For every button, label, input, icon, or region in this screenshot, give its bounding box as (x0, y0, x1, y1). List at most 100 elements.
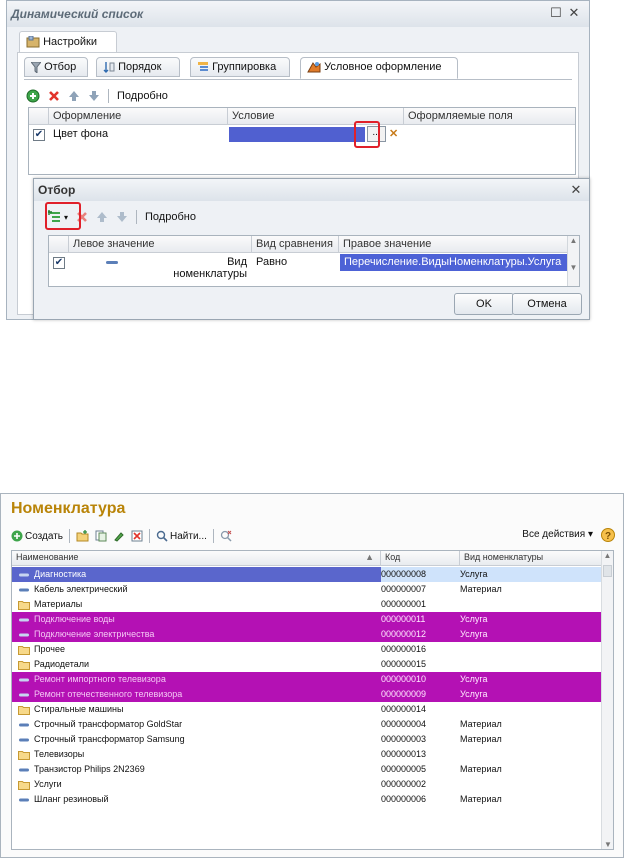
tab-settings-label: Настройки (43, 36, 97, 48)
condition-checkbox[interactable]: ✔ (53, 257, 65, 269)
comparison-cell[interactable]: Равно (252, 254, 339, 271)
formatting-toolbar: Подробно (26, 87, 168, 105)
code-cell: 000000005 (381, 764, 427, 774)
filter-scrollbar[interactable]: ▲ ▼ (567, 236, 579, 286)
annotation-highlight-add-condition (45, 202, 81, 230)
code-cell: 000000009 (381, 689, 427, 699)
table-row[interactable]: Кабель электрический 000000007 Материал (12, 582, 602, 597)
header-left-value[interactable]: Левое значение (69, 236, 252, 253)
find-button[interactable]: Найти... (156, 530, 207, 542)
all-actions-menu[interactable]: Все действия ▾ (522, 529, 593, 540)
item-icon (19, 573, 29, 577)
scroll-down-icon[interactable]: ▼ (602, 840, 613, 849)
dialog-title: Динамический список (11, 7, 144, 21)
header-right-value[interactable]: Правое значение (339, 236, 568, 253)
table-row[interactable]: Строчный трансформатор GoldStar 000000004… (12, 717, 602, 732)
close-icon[interactable]: ✕ (567, 6, 581, 20)
move-down-icon[interactable] (88, 90, 100, 102)
header-kind[interactable]: Вид номенклатуры (460, 551, 602, 566)
maximize-icon[interactable]: ☐ (549, 6, 563, 20)
table-row[interactable]: Материалы 000000001 (12, 597, 602, 612)
table-row[interactable]: Телевизоры 000000013 (12, 747, 602, 762)
filter-title: Отбор (38, 183, 76, 197)
item-icon (19, 678, 29, 682)
filter-more-button[interactable]: Подробно (145, 211, 196, 223)
tab-conditional-formatting[interactable]: Условное оформление (300, 57, 458, 79)
item-icon (19, 633, 29, 637)
more-button[interactable]: Подробно (117, 90, 168, 102)
cancel-search-icon[interactable] (220, 530, 232, 542)
kind-cell: Материал (460, 719, 502, 729)
header-name[interactable]: Наименование ▲ (12, 551, 381, 566)
scroll-thumb[interactable] (603, 565, 612, 577)
tab-conditional-formatting-label: Условное оформление (324, 61, 442, 73)
tab-settings[interactable]: Настройки (19, 31, 117, 53)
name-cell: Прочее (34, 644, 65, 654)
right-value-cell[interactable]: Перечисление.ВидыНоменклатуры.Услуга (340, 254, 567, 271)
dialog-titlebar: Динамический список ☐ ✕ (7, 1, 589, 27)
create-button[interactable]: Создать (11, 530, 63, 542)
code-cell: 000000006 (381, 794, 427, 804)
scroll-up-icon[interactable]: ▲ (602, 551, 613, 560)
filter-titlebar: Отбор ✕ (34, 179, 589, 201)
search-icon (156, 530, 168, 542)
tab-filter[interactable]: Отбор (24, 57, 88, 77)
move-up-icon[interactable] (68, 90, 80, 102)
table-row[interactable]: Радиодетали 000000015 (12, 657, 602, 672)
tab-order[interactable]: Порядок (96, 57, 180, 77)
edit-icon[interactable] (113, 530, 125, 542)
table-row[interactable]: Ремонт отечественного телевизора 00000000… (12, 687, 602, 702)
formatting-grid: Оформление Условие Оформляемые поля ✔ Цв… (28, 107, 576, 175)
table-row[interactable]: Шланг резиновый 000000006 Материал (12, 792, 602, 807)
header-comparison[interactable]: Вид сравнения (252, 236, 339, 253)
clear-icon[interactable]: ✕ (389, 127, 398, 140)
table-row[interactable]: Подключение электричества 000000012 Услуга (12, 627, 602, 642)
row-checkbox[interactable]: ✔ (33, 129, 45, 141)
grouping-icon (198, 62, 208, 72)
find-label: Найти... (170, 530, 207, 542)
sort-ascending-icon: ▲ (365, 552, 374, 562)
toolbar-separator (69, 529, 71, 543)
kind-cell: Материал (460, 764, 502, 774)
header-fields[interactable]: Оформляемые поля (404, 108, 575, 125)
fields-cell[interactable] (405, 126, 575, 143)
table-row[interactable]: Диагностика 000000008 Услуга (12, 567, 602, 582)
table-row[interactable]: Подключение воды 000000011 Услуга (12, 612, 602, 627)
nomenclature-window: Номенклатура Создать Найти... Все действ… (0, 493, 624, 858)
cancel-button[interactable]: Отмена (512, 293, 582, 315)
table-row[interactable]: Ремонт импортного телевизора 000000010 Усл… (12, 672, 602, 687)
table-row[interactable]: Услуги 000000002 (12, 777, 602, 792)
left-value-cell[interactable]: Вид номенклатуры (147, 254, 251, 280)
table-row[interactable]: Транзистор Philips 2N2369 000000005 Матери… (12, 762, 602, 777)
add-icon[interactable] (26, 89, 40, 103)
code-cell: 000000013 (381, 749, 427, 759)
header-code[interactable]: Код (381, 551, 460, 566)
table-row[interactable]: Прочее 000000016 (12, 642, 602, 657)
filter-move-down-icon[interactable] (116, 211, 128, 223)
filter-close-icon[interactable]: ✕ (569, 183, 583, 197)
tab-grouping[interactable]: Группировка (190, 57, 290, 77)
folder-icon (18, 601, 30, 610)
help-icon[interactable]: ? (601, 528, 615, 542)
create-icon (11, 530, 23, 542)
grid-header-check (29, 108, 49, 125)
delete-icon[interactable] (48, 90, 60, 102)
code-cell: 000000004 (381, 719, 427, 729)
appearance-cell[interactable]: Цвет фона (49, 126, 228, 143)
condition-cell[interactable] (229, 127, 365, 142)
tab-divider (24, 79, 572, 80)
item-icon (19, 723, 29, 727)
filter-grid: Левое значение Вид сравнения Правое знач… (48, 235, 580, 287)
vertical-scrollbar[interactable]: ▲ ▼ (601, 551, 613, 849)
table-row[interactable]: Стиральные машины 000000014 (12, 702, 602, 717)
create-folder-icon[interactable] (76, 530, 89, 542)
kind-cell: Материал (460, 584, 502, 594)
ok-button[interactable]: OK (454, 293, 514, 315)
code-cell: 000000016 (381, 644, 427, 654)
copy-icon[interactable] (95, 530, 107, 542)
header-appearance[interactable]: Оформление (49, 108, 228, 125)
name-cell: Строчный трансформатор Samsung (34, 734, 185, 744)
mark-delete-icon[interactable] (131, 530, 143, 542)
filter-move-up-icon[interactable] (96, 211, 108, 223)
table-row[interactable]: Строчный трансформатор Samsung 000000003 М… (12, 732, 602, 747)
